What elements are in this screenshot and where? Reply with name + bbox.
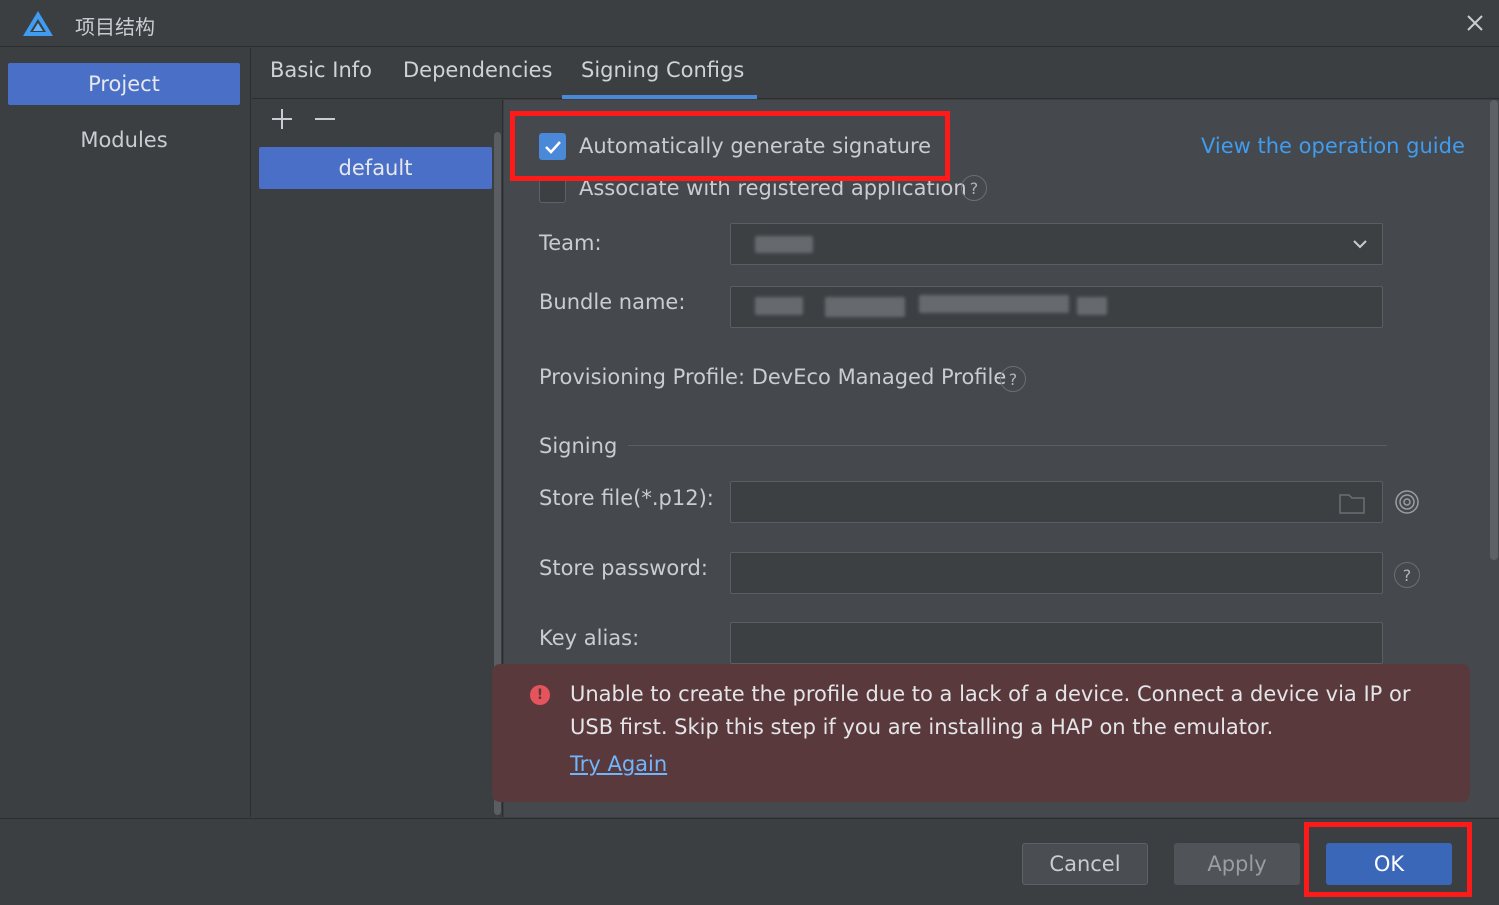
config-item-default[interactable]: default [259, 147, 492, 189]
chevron-down-icon [1353, 240, 1367, 249]
store-password-help-icon[interactable]: ? [1394, 562, 1420, 588]
bundle-name-label: Bundle name: [539, 290, 686, 314]
tab-bar: Basic Info Dependencies Signing Configs [252, 48, 1499, 99]
associate-app-label: Associate with registered application [579, 176, 967, 200]
signing-config-list: default [252, 100, 503, 817]
redacted-bundle-part [825, 297, 905, 317]
checkmark-icon [544, 140, 561, 154]
tab-dependencies[interactable]: Dependencies [393, 58, 562, 99]
redacted-bundle-part [755, 297, 803, 315]
store-password-label: Store password: [539, 556, 708, 580]
auto-generate-label: Automatically generate signature [579, 134, 932, 158]
key-alias-label: Key alias: [539, 626, 640, 650]
try-again-link[interactable]: Try Again [570, 752, 667, 776]
fingerprint-icon[interactable] [1394, 489, 1420, 515]
key-alias-field[interactable] [730, 622, 1383, 664]
redacted-team-value [755, 236, 813, 253]
minus-icon [315, 118, 335, 120]
error-notification: ! Unable to create the profile due to a … [492, 664, 1470, 802]
bundle-name-field[interactable] [730, 286, 1383, 328]
associate-app-checkbox[interactable] [539, 176, 566, 203]
provisioning-profile-label: Provisioning Profile: DevEco Managed Pro… [539, 365, 1007, 389]
redacted-bundle-part [1077, 297, 1107, 315]
apply-button[interactable]: Apply [1174, 843, 1300, 885]
title-bar: 项目结构 [0, 0, 1499, 47]
folder-icon[interactable] [1338, 491, 1366, 515]
error-icon: ! [530, 685, 550, 705]
auto-generate-checkbox[interactable] [539, 133, 566, 160]
operation-guide-link[interactable]: View the operation guide [1201, 134, 1465, 158]
content-scrollbar[interactable] [1490, 100, 1498, 560]
ok-button[interactable]: OK [1326, 843, 1452, 885]
error-message: Unable to create the profile due to a la… [570, 682, 1411, 739]
nav-item-modules[interactable]: Modules [8, 119, 240, 161]
deveco-logo-icon [23, 11, 53, 36]
add-config-button[interactable] [267, 104, 297, 134]
cancel-button[interactable]: Cancel [1022, 843, 1148, 885]
associate-help-icon[interactable]: ? [961, 175, 987, 201]
tab-basic-info[interactable]: Basic Info [260, 58, 382, 99]
plus-icon [272, 109, 292, 129]
team-select[interactable] [730, 223, 1383, 265]
dialog-footer: Cancel Apply OK [0, 818, 1499, 905]
close-button[interactable] [1462, 10, 1488, 36]
remove-config-button[interactable] [310, 104, 340, 134]
store-password-field[interactable] [730, 552, 1383, 594]
close-icon [1467, 15, 1483, 31]
tab-signing-configs[interactable]: Signing Configs [562, 58, 757, 99]
window-title: 项目结构 [75, 15, 155, 39]
redacted-bundle-part [919, 295, 1069, 313]
section-divider [628, 445, 1387, 446]
store-file-field[interactable] [730, 481, 1383, 523]
left-nav: Project Modules [0, 48, 251, 817]
store-file-label: Store file(*.p12): [539, 486, 714, 510]
nav-item-project[interactable]: Project [8, 63, 240, 105]
signing-section-title: Signing [539, 434, 618, 458]
profile-help-icon[interactable]: ? [1000, 366, 1026, 392]
nav-item-label: Project [88, 72, 160, 96]
nav-item-label: Modules [80, 128, 168, 152]
team-label: Team: [539, 231, 602, 255]
